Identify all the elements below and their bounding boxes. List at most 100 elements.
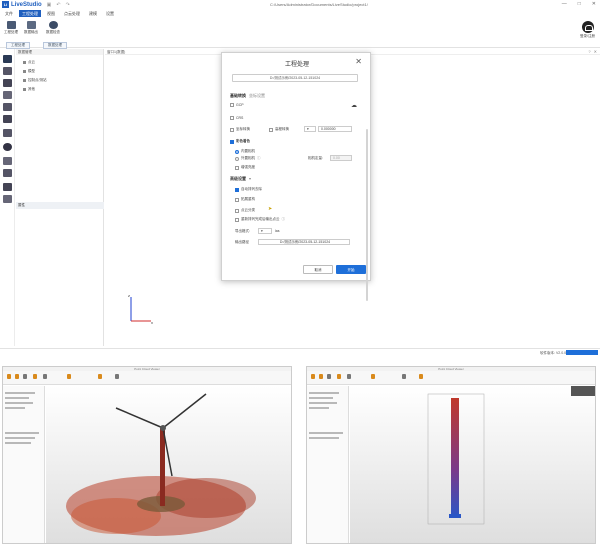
crs-checkbox-box[interactable] xyxy=(230,116,234,120)
tool-icon[interactable] xyxy=(319,374,323,379)
crop-icon[interactable] xyxy=(3,115,12,123)
gcp-checkbox[interactable]: GCP xyxy=(230,103,244,107)
help-icon[interactable]: ? xyxy=(588,49,590,54)
chevron-down-icon[interactable]: ▾ xyxy=(249,176,251,181)
properties-title: 属性 xyxy=(16,202,104,209)
radio-outer-dot[interactable] xyxy=(235,156,239,161)
viewer-ribbon-1 xyxy=(3,371,291,385)
tool-icon[interactable] xyxy=(98,374,102,379)
tool-icon[interactable] xyxy=(67,374,71,379)
tree-item-pointcloud[interactable]: 点云 xyxy=(23,60,35,65)
coord-transform-box[interactable] xyxy=(230,127,234,132)
measure-icon[interactable] xyxy=(3,129,12,137)
elevation-value-field[interactable]: 0.000000 xyxy=(318,126,352,132)
plane-icon[interactable] xyxy=(3,79,12,87)
section-advanced-title[interactable]: 高级设置 ▾ xyxy=(230,176,251,182)
redo-icon[interactable]: ↷ xyxy=(66,2,70,8)
dialog-scrollbar[interactable] xyxy=(366,129,368,301)
adv-option-b-box[interactable] xyxy=(235,197,239,202)
tool-icon[interactable] xyxy=(15,374,19,379)
adv-option-c[interactable]: 点云分类 xyxy=(235,208,255,213)
layers-icon[interactable] xyxy=(3,67,12,75)
select-icon[interactable] xyxy=(3,103,12,111)
elevation-box[interactable] xyxy=(269,127,273,132)
brightness-checkbox[interactable]: 增强亮度 xyxy=(235,165,255,170)
tool-icon[interactable] xyxy=(419,374,423,379)
menu-pointcloud[interactable]: 点云处理 xyxy=(61,10,83,17)
adv-option-d[interactable]: 重新排列完成后输出点云 ⓘ xyxy=(235,217,285,222)
tree-line xyxy=(309,432,343,434)
tool-icon[interactable] xyxy=(337,374,341,379)
crs-checkbox[interactable]: CRS xyxy=(230,116,243,120)
tool-icon[interactable] xyxy=(23,374,27,379)
project-path-field[interactable]: D:/测试示例/2023-05-12-151024 xyxy=(232,74,358,82)
gcp-checkbox-box[interactable] xyxy=(230,103,234,107)
tool-icon[interactable] xyxy=(311,374,315,379)
cancel-button[interactable]: 取消 xyxy=(303,265,333,274)
maximize-button[interactable]: □ xyxy=(578,1,581,7)
elevation-mode-select[interactable]: ▾ xyxy=(304,126,316,132)
tool-icon[interactable] xyxy=(115,374,119,379)
output-format-select[interactable]: ▾ xyxy=(258,228,272,234)
tool-icon[interactable] xyxy=(327,374,331,379)
tree-line xyxy=(5,392,35,394)
title-bar: Li LiveStudio ▣ ↶ ↷ C:/Users/Administrat… xyxy=(0,0,600,9)
tool-icon[interactable] xyxy=(33,374,37,379)
tree-item-other[interactable]: 其他 xyxy=(23,87,35,92)
fit-icon[interactable] xyxy=(3,195,12,203)
adv-option-a[interactable]: 自动排列去除 xyxy=(235,187,262,192)
adv-option-c-box[interactable] xyxy=(235,208,239,213)
grid-icon[interactable] xyxy=(3,157,12,165)
turbine-point-cloud-view[interactable] xyxy=(46,386,291,543)
brightness-box[interactable] xyxy=(235,165,239,170)
radio-outer-camera[interactable]: 外置相机 ⓘ xyxy=(235,156,261,161)
svg-text:z: z xyxy=(128,293,130,298)
point-icon[interactable] xyxy=(3,143,12,151)
tool-icon[interactable] xyxy=(7,374,11,379)
close-button[interactable]: ✕ xyxy=(592,1,596,7)
user-login[interactable]: 登录/注册 xyxy=(580,21,595,39)
menu-project[interactable]: 工程处理 xyxy=(19,10,41,17)
tree-item-model[interactable]: 模型 xyxy=(23,69,35,74)
tool-icon[interactable] xyxy=(402,374,406,379)
close-view-icon[interactable]: ✕ xyxy=(594,49,597,54)
tree-item-controlpoints[interactable]: 控制点/测站 xyxy=(23,78,46,83)
cube-icon[interactable] xyxy=(3,55,12,63)
menu-file[interactable]: 文件 xyxy=(2,10,16,17)
coord-transform-checkbox[interactable]: 坐标转换 xyxy=(230,127,250,132)
elevation-checkbox[interactable]: 高程转换 xyxy=(269,127,289,132)
status-button[interactable] xyxy=(566,350,598,355)
tool-icon[interactable] xyxy=(43,374,47,379)
adv-option-a-box[interactable] xyxy=(235,187,239,192)
radio-inner-camera[interactable]: 内置相机 xyxy=(235,149,255,154)
data-output-button[interactable]: 数据输出 xyxy=(22,21,40,35)
tree-line xyxy=(5,407,25,409)
output-path-field[interactable]: D:/测试示例/2023-05-12-151024 xyxy=(258,239,350,245)
adv-option-b[interactable]: 拓展重构 xyxy=(235,197,255,202)
view-icon[interactable] xyxy=(3,169,12,177)
radio-inner-dot[interactable] xyxy=(235,149,239,154)
box-icon[interactable] xyxy=(3,91,12,99)
controlpoint-icon xyxy=(23,79,26,82)
data-check-button[interactable]: 数据检查 xyxy=(44,21,62,35)
undo-icon[interactable]: ↶ xyxy=(56,2,60,8)
menu-modeling[interactable]: 建模 xyxy=(86,10,100,17)
tool-icon[interactable] xyxy=(347,374,351,379)
color-checkbox[interactable]: 彩色着色 xyxy=(230,139,250,144)
minimize-button[interactable]: — xyxy=(562,1,567,7)
camera-offset-field[interactable]: 0.00 xyxy=(330,155,352,161)
tree-line xyxy=(5,432,39,434)
tower-point-cloud-view[interactable] xyxy=(350,386,595,543)
expand-icon[interactable] xyxy=(3,183,12,191)
color-checkbox-box[interactable] xyxy=(230,139,234,144)
svg-text:x: x xyxy=(151,320,153,325)
tool-icon[interactable] xyxy=(371,374,375,379)
start-button[interactable]: 开始 xyxy=(336,265,366,274)
adv-option-d-box[interactable] xyxy=(235,217,239,222)
menu-settings[interactable]: 设置 xyxy=(103,10,117,17)
save-icon[interactable]: ▣ xyxy=(47,2,52,8)
menu-view[interactable]: 视图 xyxy=(44,10,58,17)
cloud-upload-icon[interactable]: ☁ xyxy=(351,102,357,109)
dialog-close-icon[interactable]: ✕ xyxy=(355,57,362,66)
project-process-button[interactable]: 工程处理 xyxy=(2,21,20,35)
